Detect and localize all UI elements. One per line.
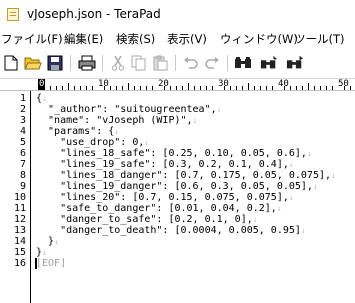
print-icon[interactable]: [78, 54, 96, 72]
title-bar[interactable]: vJoseph.json - TeraPad: [0, 0, 355, 29]
code-text: "lines_18_safe": [0.25, 0.10, 0.05, 0.6]…: [36, 148, 307, 159]
eol-marker: ↓: [54, 237, 59, 246]
code-text: "lines_19_danger": [0.6, 0.3, 0.05, 0.05…: [36, 181, 313, 192]
text-cursor: [35, 258, 37, 269]
eol-marker: ↓: [42, 94, 47, 103]
ruler-label: 40: [278, 79, 289, 89]
toolbar-separator: [102, 55, 103, 71]
line-number: 15: [13, 247, 26, 258]
code-line: "safe_to_danger": [0.01, 0.04, 0.2],↓: [36, 203, 282, 214]
ruler-label: 30: [218, 79, 229, 89]
toolbar-separator: [227, 55, 228, 71]
line-number: 10: [13, 192, 26, 203]
ruler-label: 50: [338, 79, 349, 89]
code-text: "safe_to_danger": [0.01, 0.04, 0.2],: [36, 203, 277, 214]
code-line: }↓: [36, 236, 59, 247]
ruler-ticks: [44, 83, 351, 90]
line-number: 5: [19, 137, 26, 148]
open-folder-icon[interactable]: [24, 54, 42, 72]
line-number: 1: [19, 93, 26, 104]
terapad-app-icon: [7, 8, 19, 21]
line-number-gutter: 1 2 3 4 5 6 7 8 9 10 11 12 13 14 15 16: [0, 91, 31, 303]
code-line: "lines_18_safe": [0.25, 0.10, 0.05, 0.6]…: [36, 148, 312, 159]
toolbar-separator: [175, 55, 176, 71]
code-line: "_author": "suitougreentea",↓: [36, 104, 221, 115]
code-text: "lines_20": [0.7, 0.15, 0.075, 0.075],: [36, 192, 289, 203]
eol-marker: ↓: [288, 160, 294, 169]
menu-window[interactable]: ウィンドウ(W): [220, 31, 298, 47]
line-number: 7: [19, 159, 26, 170]
eol-marker: ↓: [306, 149, 312, 158]
eol-marker: ↓: [114, 127, 120, 136]
code-text: }: [36, 236, 55, 247]
eol-marker: ↓: [300, 226, 306, 235]
code-text: "lines_19_safe": [0.3, 0.2, 0.1, 0.4],: [36, 159, 289, 170]
ruler-gutter: [0, 79, 38, 90]
ruler-label: 20: [158, 79, 169, 89]
new-file-icon[interactable]: [2, 54, 20, 72]
line-number: 12: [13, 214, 26, 225]
code-line: "danger_to_death": [0.0004, 0.005, 0.95]…: [36, 225, 306, 236]
code-line: }↓: [36, 247, 47, 258]
code-line: "danger_to_safe": [0.2, 0.1, 0],↓: [36, 214, 258, 225]
redo-icon[interactable]: [203, 54, 221, 72]
find-next-icon[interactable]: [260, 54, 278, 72]
menu-edit[interactable]: 編集(E): [64, 31, 103, 47]
copy-icon[interactable]: [130, 54, 148, 72]
line-number: 6: [19, 148, 26, 159]
column-ruler: 0 10 20 30 40 50: [0, 79, 355, 91]
line-number: 16: [13, 258, 26, 269]
eol-marker: ↓: [312, 182, 318, 191]
code-line: [EOF]: [36, 258, 66, 269]
menu-tools[interactable]: ツール(T): [294, 31, 345, 47]
line-number: 13: [13, 225, 26, 236]
menu-file[interactable]: ファイル(F): [1, 31, 63, 47]
eol-marker: ↓: [144, 138, 150, 147]
toolbar-separator: [70, 55, 71, 71]
line-number: 4: [19, 126, 26, 137]
eol-marker: ↓: [252, 215, 258, 224]
code-text: "danger_to_death": [0.0004, 0.005, 0.95]: [36, 225, 301, 236]
line-number: 8: [19, 170, 26, 181]
undo-icon[interactable]: [182, 54, 200, 72]
code-text: "params": {: [36, 126, 115, 137]
line-number: 9: [19, 181, 26, 192]
line-number: 3: [19, 115, 26, 126]
text-editor[interactable]: 1 2 3 4 5 6 7 8 9 10 11 12 13 14 15 16 {↓ "_author": "s…: [0, 91, 355, 303]
menu-search[interactable]: 検索(S): [116, 31, 155, 47]
window-title: vJoseph.json - TeraPad: [27, 7, 161, 21]
code-line: "lines_18_danger": [0.7, 0.175, 0.05, 0.…: [36, 170, 336, 181]
code-line: "lines_20": [0.7, 0.15, 0.075, 0.075],↓: [36, 192, 294, 203]
code-text: "name": "vJoseph (WIP)",: [36, 115, 193, 126]
eof-marker: [EOF]: [36, 258, 67, 269]
menu-view[interactable]: 表示(V): [167, 31, 207, 47]
eol-marker: ↓: [192, 116, 198, 125]
line-number: 2: [19, 104, 26, 115]
eol-marker: ↓: [42, 248, 47, 257]
eol-marker: ↓: [331, 171, 336, 180]
eol-marker: ↓: [288, 193, 294, 202]
code-line: "lines_19_safe": [0.3, 0.2, 0.1, 0.4],↓: [36, 159, 294, 170]
cut-icon[interactable]: [109, 54, 127, 72]
save-icon[interactable]: [46, 54, 64, 72]
code-text: "_author": "suitougreentea",: [36, 104, 217, 115]
line-number: 14: [13, 236, 26, 247]
code-line: "lines_19_danger": [0.6, 0.3, 0.05, 0.05…: [36, 181, 318, 192]
toolbar: [0, 48, 355, 79]
code-line: "use_drop": 0,↓: [36, 137, 149, 148]
menu-bar: ファイル(F) 編集(E) 検索(S) 表示(V) ウィンドウ(W) ツール(T…: [0, 29, 355, 48]
ruler-label: 10: [98, 79, 109, 89]
eol-marker: ↓: [216, 105, 222, 114]
eol-marker: ↓: [276, 204, 282, 213]
code-text: "use_drop": 0,: [36, 137, 145, 148]
line-number: 11: [13, 203, 26, 214]
find-prev-icon[interactable]: [286, 54, 304, 72]
code-line: {↓: [36, 93, 47, 104]
find-icon[interactable]: [234, 54, 252, 72]
paste-icon[interactable]: [151, 54, 169, 72]
code-line: "name": "vJoseph (WIP)",↓: [36, 115, 197, 126]
code-text: "danger_to_safe": [0.2, 0.1, 0],: [36, 214, 253, 225]
code-line: "params": {↓: [36, 126, 119, 137]
code-text: "lines_18_danger": [0.7, 0.175, 0.05, 0.…: [36, 170, 332, 181]
